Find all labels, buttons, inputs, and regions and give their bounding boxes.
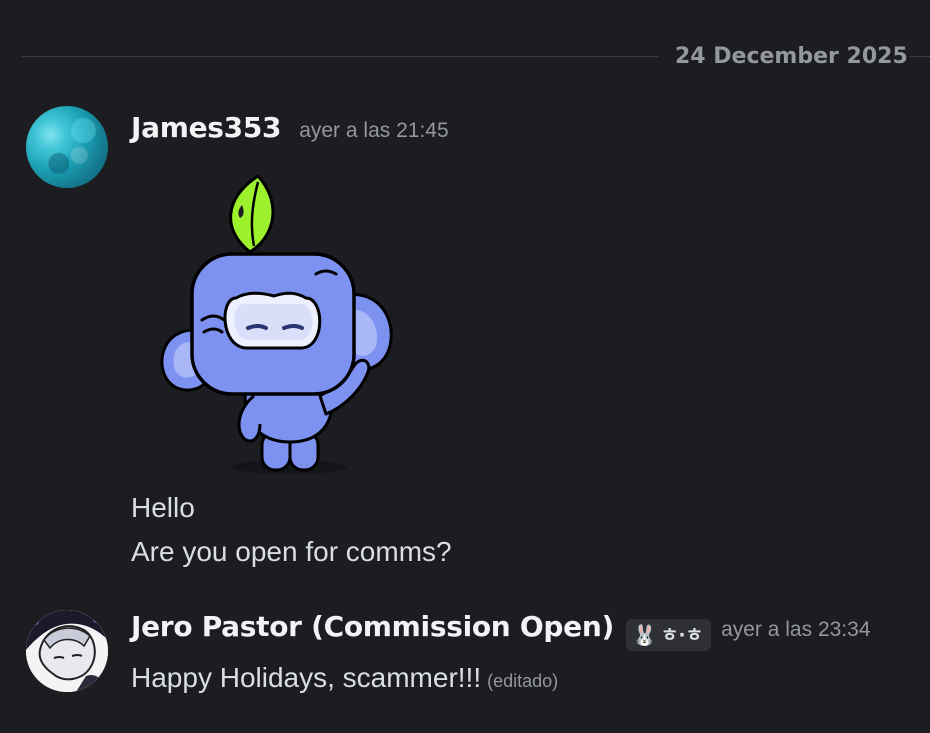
bunny-icon: 🐰	[631, 623, 657, 647]
divider-line-left	[22, 56, 658, 57]
date-divider-label: 24 December 2025	[675, 44, 908, 69]
avatar-image	[26, 610, 108, 692]
chat-view: 24 December 2025 James353 ayer a las 21:…	[0, 0, 930, 733]
message-timestamp[interactable]: ayer a las 21:45	[299, 119, 448, 143]
divider-line-right	[910, 56, 930, 57]
username[interactable]: Jero Pastor (Commission Open)	[131, 610, 614, 643]
date-divider: 24 December 2025	[22, 40, 930, 72]
message-header: James353 ayer a las 21:45	[131, 111, 449, 144]
message-timestamp[interactable]: ayer a las 23:34	[721, 618, 870, 642]
edited-label: (editado)	[487, 671, 559, 691]
avatar[interactable]	[26, 610, 108, 692]
leaf-icon	[229, 174, 275, 254]
wumpus-sticker[interactable]	[150, 170, 410, 480]
username[interactable]: James353	[131, 111, 282, 144]
message-header: Jero Pastor (Commission Open) 🐰 ㅎ·ㅎ ayer…	[131, 610, 871, 651]
message-text: Happy Holidays, scammer!!! (editado)	[131, 656, 558, 703]
message-text-line: Hello	[131, 492, 195, 523]
server-tag[interactable]: 🐰 ㅎ·ㅎ	[625, 619, 712, 651]
message-content: Happy Holidays, scammer!!!	[131, 662, 482, 693]
avatar[interactable]	[26, 106, 108, 188]
server-tag-label: ㅎ·ㅎ	[660, 624, 704, 646]
message-text-line: Are you open for comms?	[131, 536, 452, 567]
